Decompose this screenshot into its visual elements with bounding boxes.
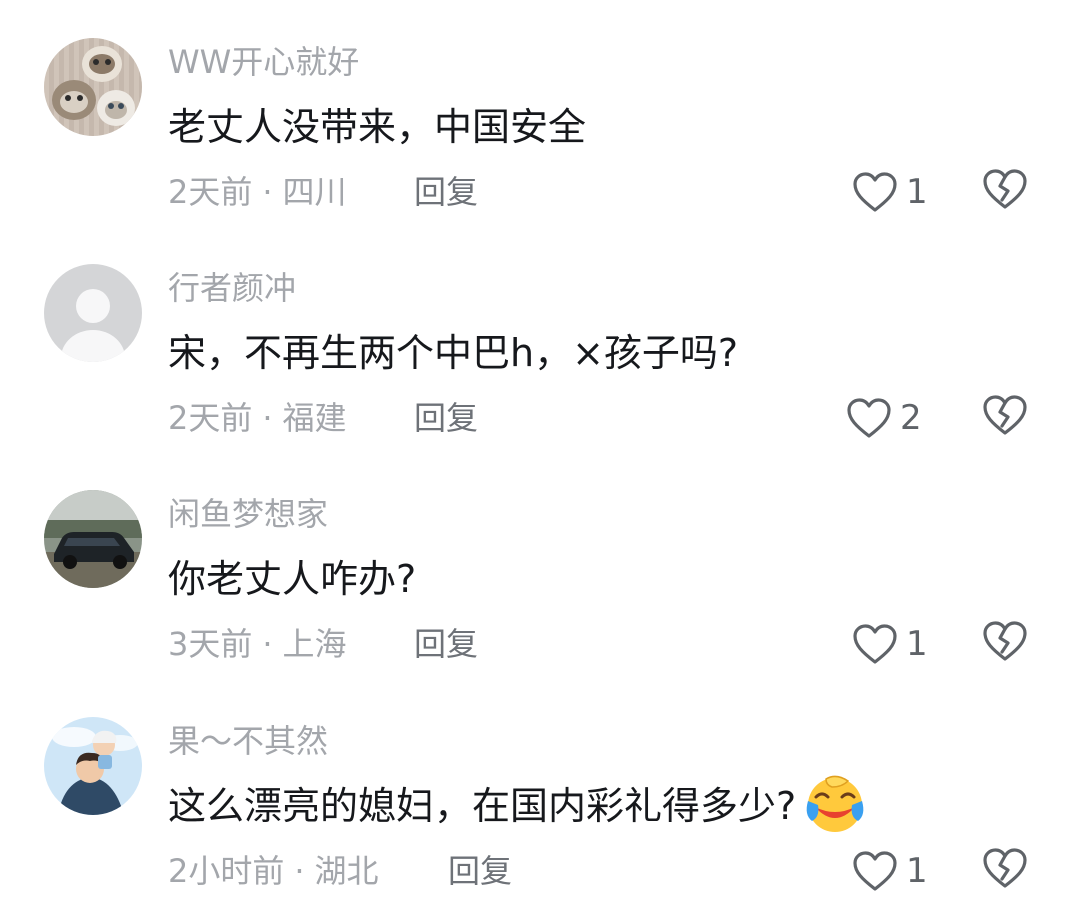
comment-location: 四川 xyxy=(282,173,347,211)
broken-heart-icon xyxy=(983,169,1027,209)
dislike-button[interactable] xyxy=(982,393,1028,441)
comment-text: 你老丈人咋办? xyxy=(168,557,417,601)
avatar[interactable] xyxy=(44,490,142,588)
heart-icon xyxy=(853,624,897,664)
like-button[interactable]: 1 xyxy=(852,166,928,218)
comment-meta: 2天前 · 四川 xyxy=(168,170,347,214)
comment-location: 福建 xyxy=(282,399,347,437)
like-count: 1 xyxy=(906,624,928,664)
reply-button[interactable]: 回复 xyxy=(414,396,478,440)
comment-time: 3天前 xyxy=(168,625,253,663)
dislike-button[interactable] xyxy=(982,167,1028,215)
comment-text: 宋，不再生两个中巴h，×孩子吗? xyxy=(168,331,739,375)
default-user-avatar-icon xyxy=(44,264,142,362)
comment-item: WW开心就好 老丈人没带来，中国安全 2天前 · 四川 回复 1 xyxy=(0,0,1080,225)
username[interactable]: WW开心就好 xyxy=(168,40,359,84)
dislike-button[interactable] xyxy=(982,619,1028,667)
broken-heart-icon xyxy=(983,848,1027,888)
heart-icon xyxy=(847,398,891,438)
avatar[interactable] xyxy=(44,38,142,136)
meta-separator: · xyxy=(262,399,273,437)
meta-separator: · xyxy=(262,173,273,211)
comment-text: 老丈人没带来，中国安全 xyxy=(168,105,587,149)
dislike-button[interactable] xyxy=(982,846,1028,894)
meta-separator: · xyxy=(294,852,305,890)
heart-icon xyxy=(853,172,897,212)
avatar[interactable] xyxy=(44,264,142,362)
like-button[interactable]: 1 xyxy=(852,618,928,670)
cartoon-father-son-avatar-icon xyxy=(44,717,142,815)
comment-text: 这么漂亮的媳妇，在国内彩礼得多少? xyxy=(168,775,868,837)
comment-text-content: 这么漂亮的媳妇，在国内彩礼得多少? xyxy=(168,784,797,828)
comment-item: 行者颜冲 宋，不再生两个中巴h，×孩子吗? 2天前 · 福建 回复 2 xyxy=(0,226,1080,451)
car-photo-avatar-icon xyxy=(44,490,142,588)
cats-photo-avatar-icon xyxy=(44,38,142,136)
reply-button[interactable]: 回复 xyxy=(414,622,478,666)
like-count: 1 xyxy=(906,851,928,891)
like-button[interactable]: 1 xyxy=(852,845,928,897)
comment-meta: 2小时前 · 湖北 xyxy=(168,849,379,893)
like-count: 2 xyxy=(900,398,922,438)
laughing-crying-emoji-icon xyxy=(806,775,864,832)
comment-meta: 3天前 · 上海 xyxy=(168,622,347,666)
comment-time: 2天前 xyxy=(168,399,253,437)
avatar[interactable] xyxy=(44,717,142,815)
username[interactable]: 果～不其然 xyxy=(168,719,328,763)
comment-time: 2天前 xyxy=(168,173,253,211)
heart-icon xyxy=(853,851,897,891)
like-button[interactable]: 2 xyxy=(846,392,922,444)
broken-heart-icon xyxy=(983,621,1027,661)
username[interactable]: 行者颜冲 xyxy=(168,266,296,310)
comment-item: 闲鱼梦想家 你老丈人咋办? 3天前 · 上海 回复 1 xyxy=(0,452,1080,677)
comment-meta: 2天前 · 福建 xyxy=(168,396,347,440)
comment-time: 2小时前 xyxy=(168,852,285,890)
like-count: 1 xyxy=(906,172,928,212)
meta-separator: · xyxy=(262,625,273,663)
comment-item: 果～不其然 这么漂亮的媳妇，在国内彩礼得多少? 2小时前 · 湖北 回复 1 xyxy=(0,679,1080,919)
username[interactable]: 闲鱼梦想家 xyxy=(168,492,328,536)
comment-location: 上海 xyxy=(282,625,347,663)
comment-location: 湖北 xyxy=(314,852,379,890)
reply-button[interactable]: 回复 xyxy=(414,170,478,214)
reply-button[interactable]: 回复 xyxy=(448,849,512,893)
broken-heart-icon xyxy=(983,395,1027,435)
